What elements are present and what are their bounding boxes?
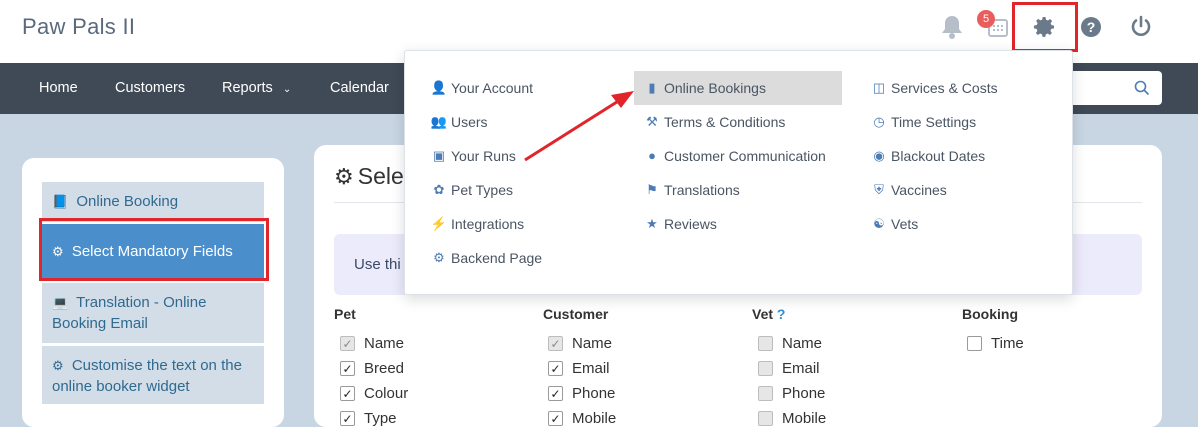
- annotation-arrow: [524, 91, 634, 162]
